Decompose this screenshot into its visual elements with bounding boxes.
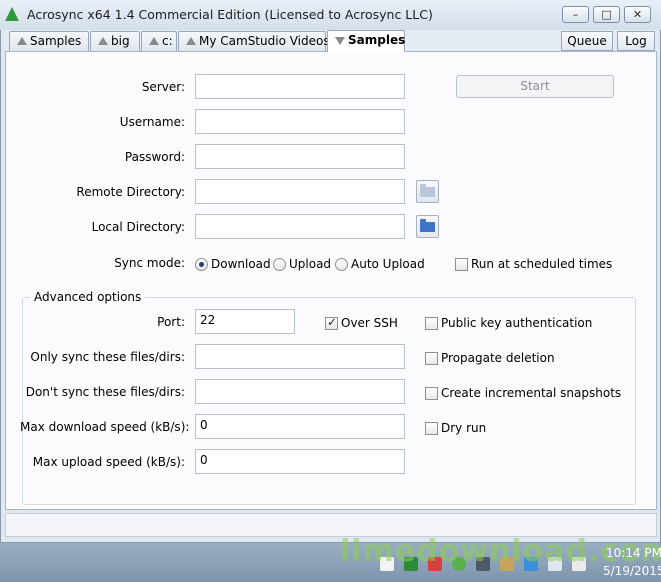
checkmark-icon: ✓ bbox=[327, 315, 338, 329]
sync-mode-label: Sync mode: bbox=[114, 256, 185, 270]
tab-my-camstudio-videos[interactable]: My CamStudio Videos bbox=[178, 31, 330, 51]
port-input[interactable]: 22 bbox=[195, 309, 295, 334]
tab-label: Samples bbox=[30, 34, 82, 48]
minimize-icon: – bbox=[572, 8, 579, 21]
only-sync-label: Only sync these files/dirs: bbox=[30, 350, 185, 364]
sync-auto-upload-label[interactable]: Auto Upload bbox=[351, 257, 425, 271]
close-button[interactable]: ✕ bbox=[624, 6, 651, 23]
password-label: Password: bbox=[124, 150, 185, 164]
max-upload-label: Max upload speed (kB/s): bbox=[32, 455, 185, 469]
max-download-label: Max download speed (kB/s): bbox=[20, 420, 190, 434]
incremental-snapshots-label[interactable]: Create incremental snapshots bbox=[441, 386, 621, 400]
taskbar-clock-time[interactable]: 10:14 PM bbox=[606, 546, 661, 560]
propagate-deletion-label[interactable]: Propagate deletion bbox=[441, 351, 555, 365]
sync-upload-radio[interactable] bbox=[273, 258, 286, 271]
run-scheduled-checkbox[interactable] bbox=[455, 258, 468, 271]
incremental-snapshots-checkbox[interactable] bbox=[425, 387, 438, 400]
max-upload-input[interactable]: 0 bbox=[195, 449, 405, 474]
queue-button[interactable]: Queue bbox=[561, 31, 613, 51]
triangle-down-icon bbox=[335, 37, 345, 45]
username-input[interactable] bbox=[195, 109, 405, 134]
triangle-up-icon bbox=[186, 37, 196, 45]
minimize-button[interactable]: – bbox=[562, 6, 589, 23]
triangle-up-icon bbox=[149, 37, 159, 45]
window-title: Acrosync x64 1.4 Commercial Edition (Lic… bbox=[27, 7, 433, 22]
title-bar[interactable]: Acrosync x64 1.4 Commercial Edition (Lic… bbox=[0, 0, 661, 30]
dont-sync-input[interactable] bbox=[195, 379, 405, 404]
acrosync-app-icon bbox=[5, 7, 19, 21]
tab-label: Samples bbox=[348, 33, 406, 47]
dont-sync-label: Don't sync these files/dirs: bbox=[25, 385, 185, 399]
public-key-checkbox[interactable] bbox=[425, 317, 438, 330]
password-input[interactable] bbox=[195, 144, 405, 169]
tab-label: My CamStudio Videos bbox=[199, 34, 330, 48]
username-label: Username: bbox=[119, 115, 185, 129]
log-button[interactable]: Log bbox=[617, 31, 655, 51]
run-scheduled-label[interactable]: Run at scheduled times bbox=[471, 257, 612, 271]
remote-directory-input[interactable] bbox=[195, 179, 405, 204]
folder-icon bbox=[420, 184, 435, 197]
taskbar-clock-date[interactable]: 5/19/2015 bbox=[603, 564, 661, 578]
over-ssh-label[interactable]: Over SSH bbox=[341, 316, 398, 330]
triangle-up-icon bbox=[17, 37, 27, 45]
triangle-up-icon bbox=[98, 37, 108, 45]
propagate-deletion-checkbox[interactable] bbox=[425, 352, 438, 365]
remote-directory-label: Remote Directory: bbox=[76, 185, 185, 199]
port-label: Port: bbox=[157, 315, 185, 329]
tab-label: big bbox=[111, 34, 130, 48]
local-directory-input[interactable] bbox=[195, 214, 405, 239]
folder-icon bbox=[420, 219, 435, 232]
sync-upload-label[interactable]: Upload bbox=[289, 257, 331, 271]
dry-run-label[interactable]: Dry run bbox=[441, 421, 486, 435]
close-icon: ✕ bbox=[632, 8, 643, 21]
tab-samples-1[interactable]: Samples bbox=[9, 31, 89, 51]
sync-download-label[interactable]: Download bbox=[211, 257, 271, 271]
local-directory-label: Local Directory: bbox=[91, 220, 185, 234]
over-ssh-checkbox[interactable]: ✓ bbox=[325, 315, 338, 330]
tab-samples-active[interactable]: Samples bbox=[327, 30, 405, 52]
tab-label: c: bbox=[162, 34, 173, 48]
max-download-input[interactable]: 0 bbox=[195, 414, 405, 439]
server-input[interactable] bbox=[195, 74, 405, 99]
only-sync-input[interactable] bbox=[195, 344, 405, 369]
tab-c-drive[interactable]: c: bbox=[141, 31, 177, 51]
maximize-icon: □ bbox=[601, 8, 612, 21]
dry-run-checkbox[interactable] bbox=[425, 422, 438, 435]
sync-auto-upload-radio[interactable] bbox=[335, 258, 348, 271]
server-label: Server: bbox=[141, 80, 185, 94]
remote-browse-button[interactable] bbox=[416, 180, 439, 203]
tab-big[interactable]: big bbox=[90, 31, 140, 51]
maximize-button[interactable]: □ bbox=[593, 6, 620, 23]
start-button[interactable]: Start bbox=[456, 75, 614, 98]
local-browse-button[interactable] bbox=[416, 215, 439, 238]
radio-selected-dot bbox=[199, 262, 204, 267]
sync-download-radio[interactable] bbox=[195, 258, 208, 271]
advanced-options-title: Advanced options bbox=[30, 290, 146, 304]
public-key-label[interactable]: Public key authentication bbox=[441, 316, 592, 330]
tab-strip: Samples big c: My CamStudio Videos Sampl… bbox=[5, 30, 657, 52]
